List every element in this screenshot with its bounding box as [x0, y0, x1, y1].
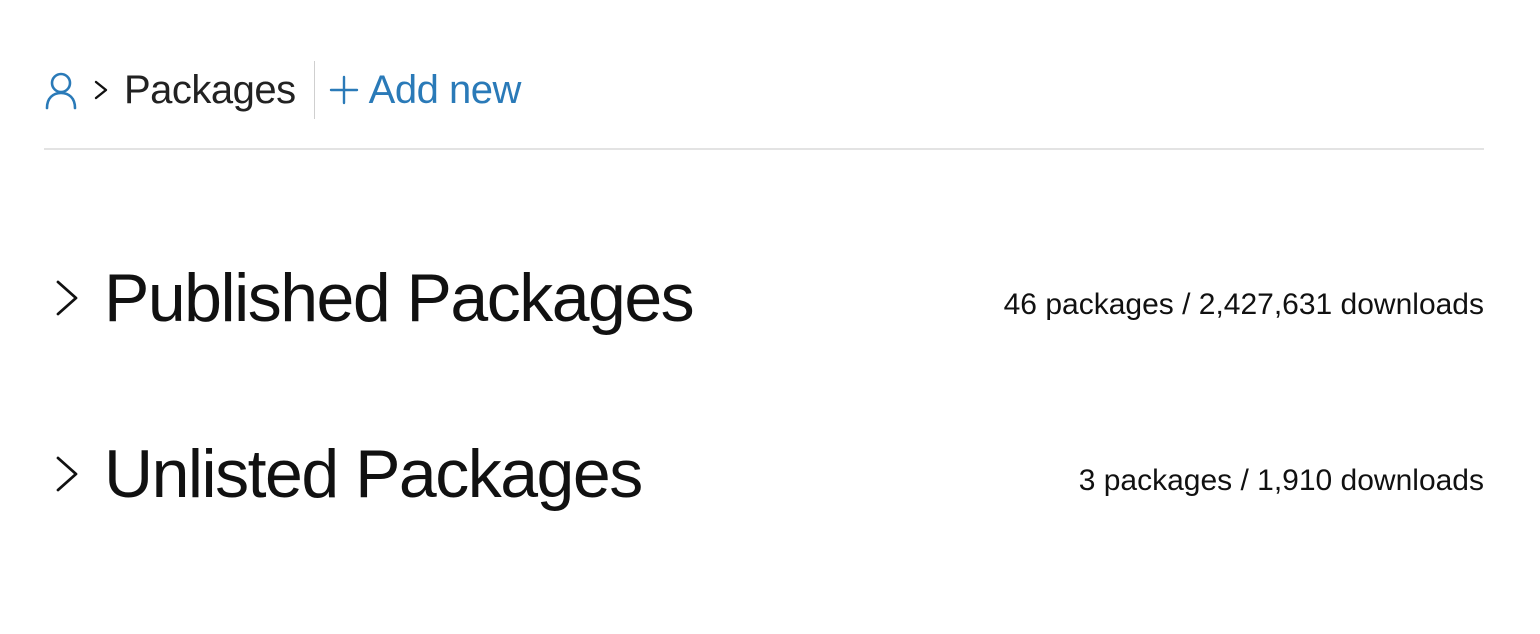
chevron-right-icon [92, 76, 110, 104]
section-title[interactable]: Unlisted Packages [104, 434, 643, 514]
breadcrumb-divider [313, 61, 315, 119]
user-icon[interactable] [44, 70, 78, 110]
breadcrumb: Packages Add new [44, 58, 521, 122]
add-new-label: Add new [368, 68, 522, 112]
chevron-right-icon[interactable] [50, 274, 84, 322]
section-stats: 46 packages / 2,427,631 downloads [1003, 288, 1484, 321]
section-published-packages[interactable]: Published Packages 46 packages / 2,427,6… [44, 258, 1484, 338]
section-unlisted-packages[interactable]: Unlisted Packages 3 packages / 1,910 dow… [44, 434, 1484, 514]
section-title[interactable]: Published Packages [104, 258, 695, 338]
add-new-button[interactable]: Add new [329, 58, 521, 122]
plus-icon [329, 75, 359, 105]
chevron-right-icon[interactable] [50, 450, 84, 498]
page-title: Packages [124, 68, 296, 112]
header-divider [44, 148, 1484, 150]
section-stats: 3 packages / 1,910 downloads [1078, 464, 1484, 497]
